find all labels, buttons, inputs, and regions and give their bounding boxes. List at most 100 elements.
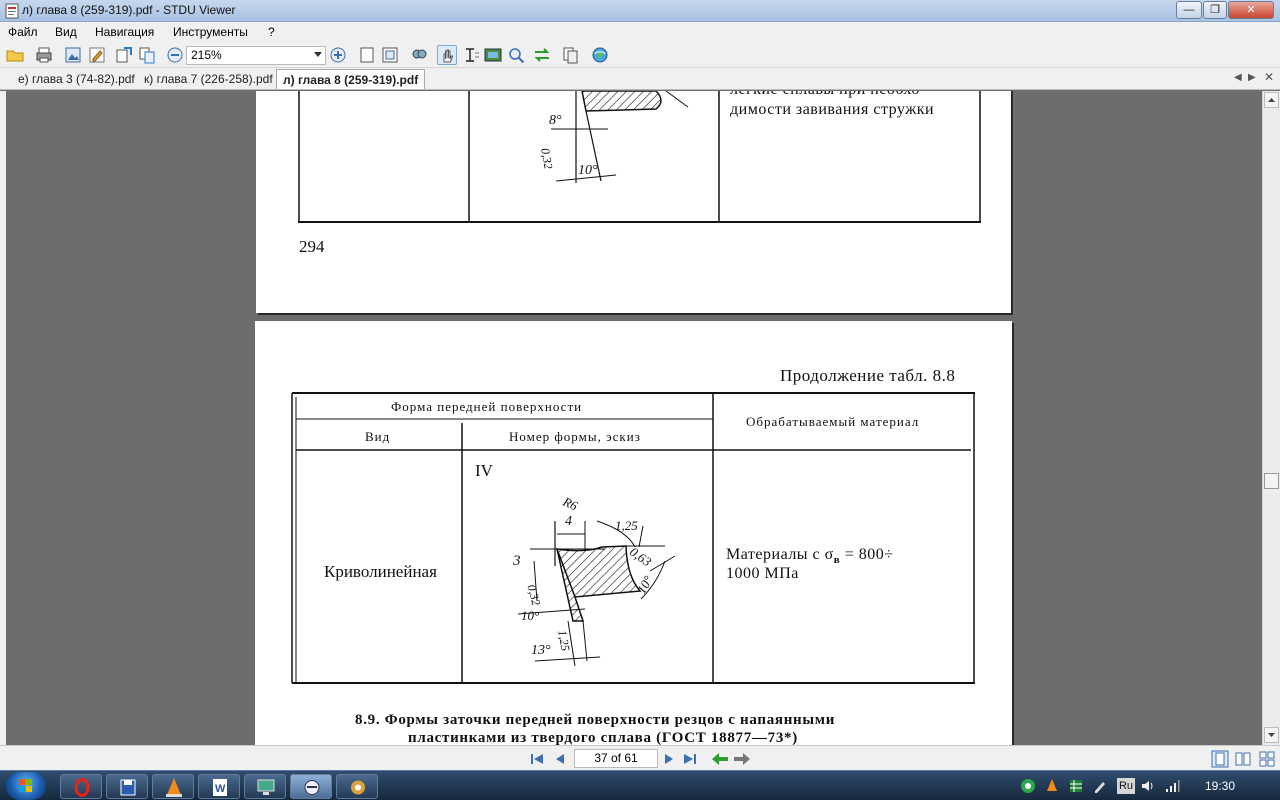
next-page-icon[interactable]	[660, 750, 678, 768]
single-page-view-icon[interactable]	[1211, 750, 1229, 768]
zoom-select[interactable]: 215%	[186, 46, 326, 65]
header-form-surface: Форма передней поверхности	[391, 399, 583, 414]
system-tray: Ru	[1010, 771, 1280, 800]
taskbar-monitor-icon[interactable]	[244, 774, 286, 799]
tray-vlc-icon[interactable]	[1044, 778, 1060, 794]
tray-pen-icon[interactable]	[1092, 778, 1108, 794]
refresh-globe-icon[interactable]	[590, 45, 610, 65]
material-value-line1: Материалы с σв = 800÷	[726, 546, 894, 567]
network-signal-icon[interactable]	[1164, 778, 1180, 794]
header-view: Вид	[365, 429, 391, 444]
taskbar-opera-icon[interactable]	[60, 774, 102, 799]
title-bar: л) глава 8 (259-319).pdf - STDU Viewer —…	[0, 0, 1280, 22]
sketch-label: 10°	[578, 163, 598, 178]
sketch-label: 1,25	[615, 518, 638, 533]
taskbar-word-icon[interactable]: W	[198, 774, 240, 799]
sketch-label: 10°	[521, 608, 540, 623]
back-arrow-icon[interactable]	[710, 750, 730, 768]
tab-prev-icon[interactable]: ◀	[1234, 72, 1242, 83]
last-page-icon[interactable]	[681, 750, 699, 768]
two-page-view-icon[interactable]	[1234, 750, 1252, 768]
material-text-line: димости завивания стружки	[730, 101, 935, 118]
swap-arrows-icon[interactable]	[532, 45, 552, 65]
print-icon[interactable]	[34, 45, 54, 65]
zoom-in-icon[interactable]	[328, 45, 348, 65]
page-indicator[interactable]: 37 of 61	[574, 749, 658, 768]
table-lines-page1	[298, 91, 981, 223]
find-icon[interactable]	[409, 45, 429, 65]
open-folder-icon[interactable]	[5, 45, 25, 65]
taskbar-app-icon[interactable]	[336, 774, 378, 799]
zoom-value: 215%	[191, 48, 222, 62]
menu-file[interactable]: Файл	[8, 25, 38, 39]
vertical-scrollbar[interactable]	[1262, 91, 1280, 745]
tab-close-icon[interactable]: ✕	[1264, 70, 1274, 84]
tab-chapter-7[interactable]: к) глава 7 (226-258).pdf	[138, 69, 279, 89]
app-icon	[5, 3, 19, 19]
menu-bar: Файл Вид Навигация Инструменты ?	[0, 22, 1280, 42]
prev-page-icon[interactable]	[551, 750, 569, 768]
menu-help[interactable]: ?	[268, 25, 275, 39]
section-heading: пластинками из твердого сплава (ГОСТ 188…	[408, 730, 798, 745]
scroll-down-icon[interactable]	[1264, 727, 1279, 743]
header-material: Обрабатываемый материал	[746, 414, 920, 429]
tab-chapter-3[interactable]: е) глава 3 (74-82).pdf	[12, 69, 141, 89]
forward-arrow-icon[interactable]	[732, 750, 752, 768]
sketch-label: 4	[565, 514, 572, 529]
magnifier-icon[interactable]	[506, 45, 526, 65]
fit-page-icon[interactable]	[380, 45, 400, 65]
start-button[interactable]	[6, 772, 46, 800]
tab-chapter-8[interactable]: л) глава 8 (259-319).pdf	[276, 69, 426, 89]
page-number: 294	[299, 237, 325, 256]
form-number: IV	[475, 461, 493, 480]
sketch-label: 8°	[549, 113, 562, 128]
zoom-out-icon[interactable]	[165, 45, 185, 65]
taskbar-vlc-icon[interactable]	[152, 774, 194, 799]
windows-logo-icon	[19, 779, 32, 792]
chevron-down-icon	[314, 52, 322, 57]
pages-icon[interactable]	[561, 45, 581, 65]
tray-green-circle-icon[interactable]	[1020, 778, 1036, 794]
hand-tool-icon[interactable]	[437, 45, 457, 65]
scroll-thumb[interactable]	[1264, 473, 1279, 489]
tray-spreadsheet-icon[interactable]	[1068, 778, 1084, 794]
clock[interactable]: 19:30	[1205, 779, 1235, 793]
scroll-up-icon[interactable]	[1264, 92, 1279, 108]
status-bar: 37 of 61	[0, 745, 1280, 770]
sketch-label: 13°	[531, 643, 551, 658]
document-viewport[interactable]: 8° 0,32 10° легкие сплавы при необхо- ди…	[6, 91, 1262, 745]
tab-bar: е) глава 3 (74-82).pdf к) глава 7 (226-2…	[0, 68, 1280, 90]
tab-next-icon[interactable]: ▶	[1248, 72, 1256, 83]
menu-view[interactable]: Вид	[55, 25, 77, 39]
material-text-line: легкие сплавы при необхо-	[730, 91, 926, 99]
language-indicator[interactable]: Ru	[1117, 778, 1135, 794]
minimize-button[interactable]: —	[1176, 1, 1202, 19]
volume-icon[interactable]	[1140, 778, 1156, 794]
sketch-label: 3	[513, 553, 521, 569]
material-value-line2: 1000 МПа	[726, 565, 799, 582]
toolbar: 215%	[0, 42, 1280, 68]
export-icon[interactable]	[114, 45, 134, 65]
image-tool-icon[interactable]	[63, 45, 83, 65]
single-page-icon[interactable]	[357, 45, 377, 65]
menu-navigation[interactable]: Навигация	[95, 25, 154, 39]
snapshot-icon[interactable]	[483, 45, 503, 65]
form-type: Криволинейная	[324, 562, 437, 581]
maximize-button[interactable]: ❐	[1203, 1, 1227, 19]
menu-tools[interactable]: Инструменты	[173, 25, 248, 39]
taskbar-stdu-viewer-icon[interactable]	[290, 774, 332, 799]
edit-tool-icon[interactable]	[87, 45, 107, 65]
svg-text:W: W	[215, 783, 226, 795]
taskbar-save-icon[interactable]	[106, 774, 148, 799]
window-title: л) глава 8 (259-319).pdf - STDU Viewer	[22, 3, 236, 17]
close-button[interactable]: ✕	[1228, 1, 1274, 19]
pdf-page-295: Продолжение табл. 8.8 Форма передней пов…	[255, 321, 1012, 745]
first-page-icon[interactable]	[528, 750, 546, 768]
pdf-page-294: 8° 0,32 10° легкие сплавы при необхо- ди…	[256, 91, 1011, 313]
select-text-icon[interactable]	[461, 45, 481, 65]
copy-page-icon[interactable]	[137, 45, 157, 65]
grid-view-icon[interactable]	[1258, 750, 1276, 768]
taskbar: W Ru 19:30	[0, 770, 1280, 800]
header-form-number: Номер формы, эскиз	[509, 429, 641, 444]
section-heading: 8.9. Формы заточки передней поверхности …	[355, 712, 836, 728]
